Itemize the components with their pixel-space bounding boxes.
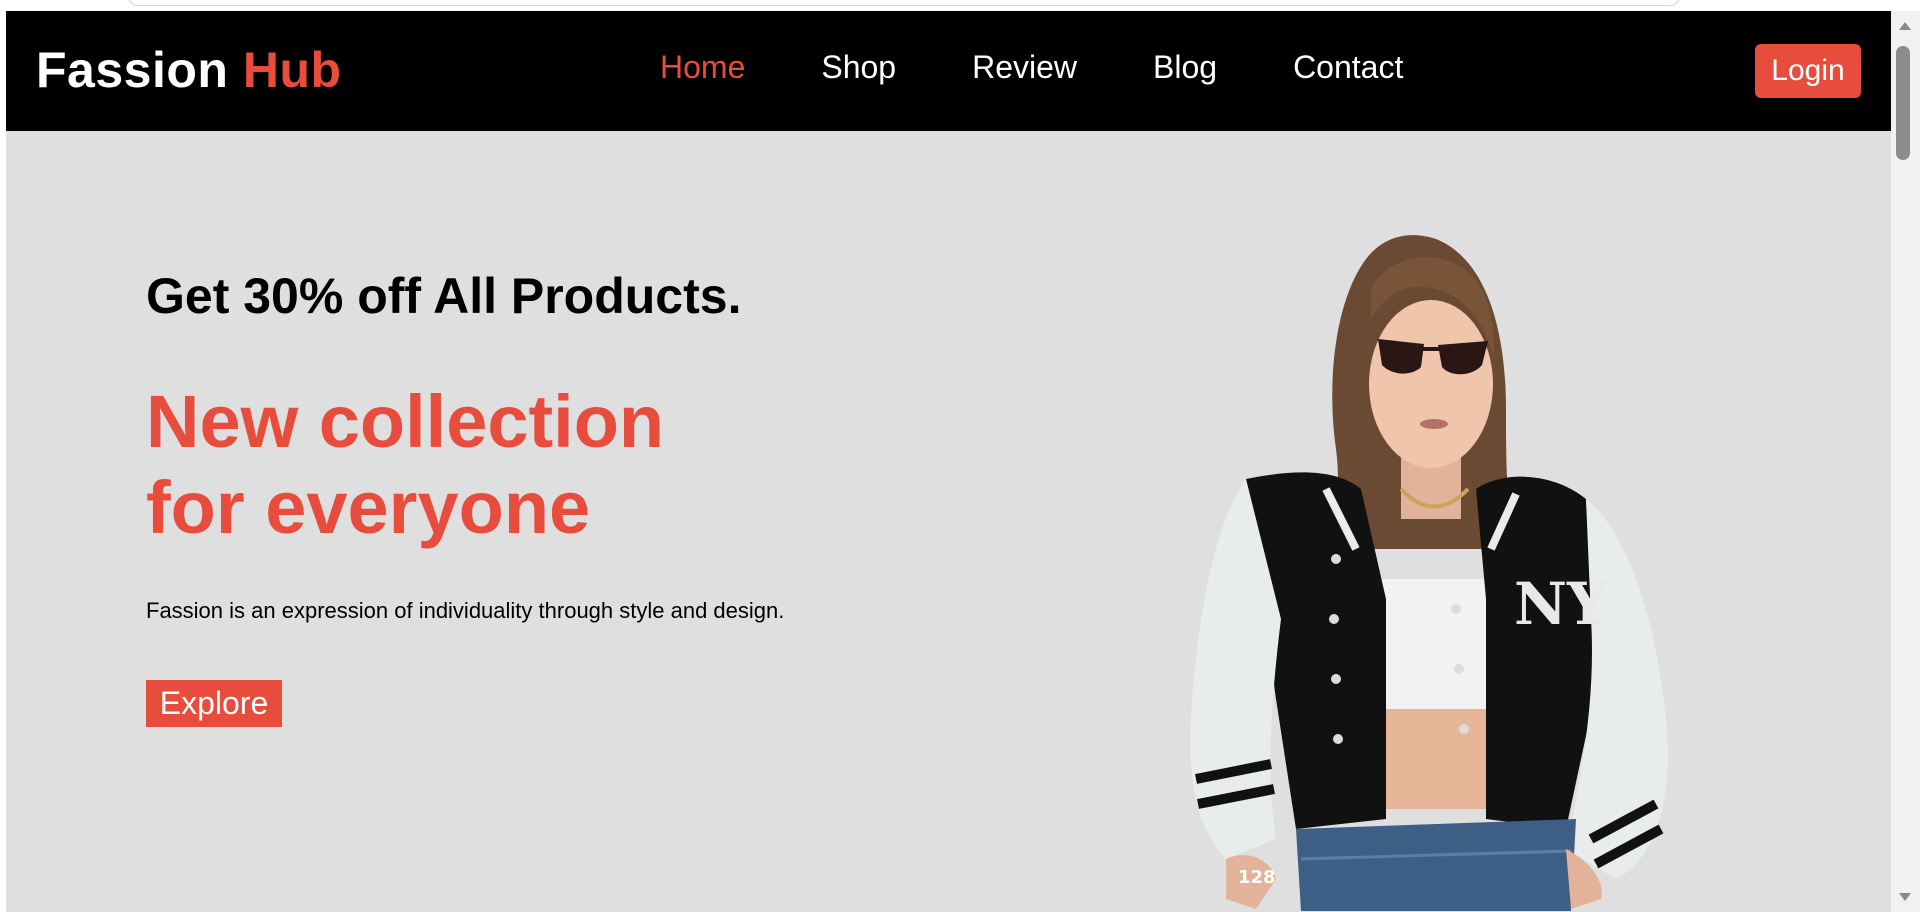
hero-headline: New collection for everyone	[146, 379, 664, 551]
explore-button[interactable]: Explore	[146, 680, 282, 727]
svg-text:NY: NY	[1514, 570, 1609, 638]
hero-model-image: NY	[1190, 235, 1668, 911]
hero-headline-line1: New collection	[146, 380, 665, 463]
scroll-down-arrow-icon[interactable]	[1899, 893, 1911, 901]
nav-item-home: Home	[660, 51, 745, 83]
nav-link-contact[interactable]: Contact	[1293, 49, 1403, 85]
login-button[interactable]: Login	[1755, 44, 1861, 98]
nav-item-review: Review	[972, 51, 1077, 83]
navbar: Fassion Hub Home Shop Review Blog Contac…	[6, 11, 1891, 131]
hero-tagline: Fassion is an expression of individualit…	[146, 598, 785, 623]
address-bar-edge	[128, 0, 1680, 6]
nav-link-review[interactable]: Review	[972, 49, 1077, 85]
nav-item-blog: Blog	[1153, 51, 1217, 83]
promo-heading: Get 30% off All Products.	[146, 268, 742, 324]
scrollbar-thumb[interactable]	[1896, 46, 1910, 160]
nav-link-blog[interactable]: Blog	[1153, 49, 1217, 85]
brand-name-part1: Fassion	[36, 42, 229, 98]
scroll-up-arrow-icon[interactable]	[1899, 22, 1911, 30]
page-viewport: Fassion Hub Home Shop Review Blog Contac…	[6, 11, 1891, 912]
nav-item-contact: Contact	[1293, 51, 1403, 83]
nav-link-home[interactable]: Home	[660, 49, 745, 85]
brand-logo[interactable]: Fassion Hub	[36, 45, 342, 95]
nav-item-shop: Shop	[821, 51, 896, 83]
nav-link-shop[interactable]: Shop	[821, 49, 896, 85]
hero-headline-line2: for everyone	[146, 466, 591, 549]
image-badge: 128	[1238, 867, 1276, 888]
nav-links: Home Shop Review Blog Contact	[660, 51, 1403, 83]
brand-name-part2: Hub	[242, 42, 342, 98]
